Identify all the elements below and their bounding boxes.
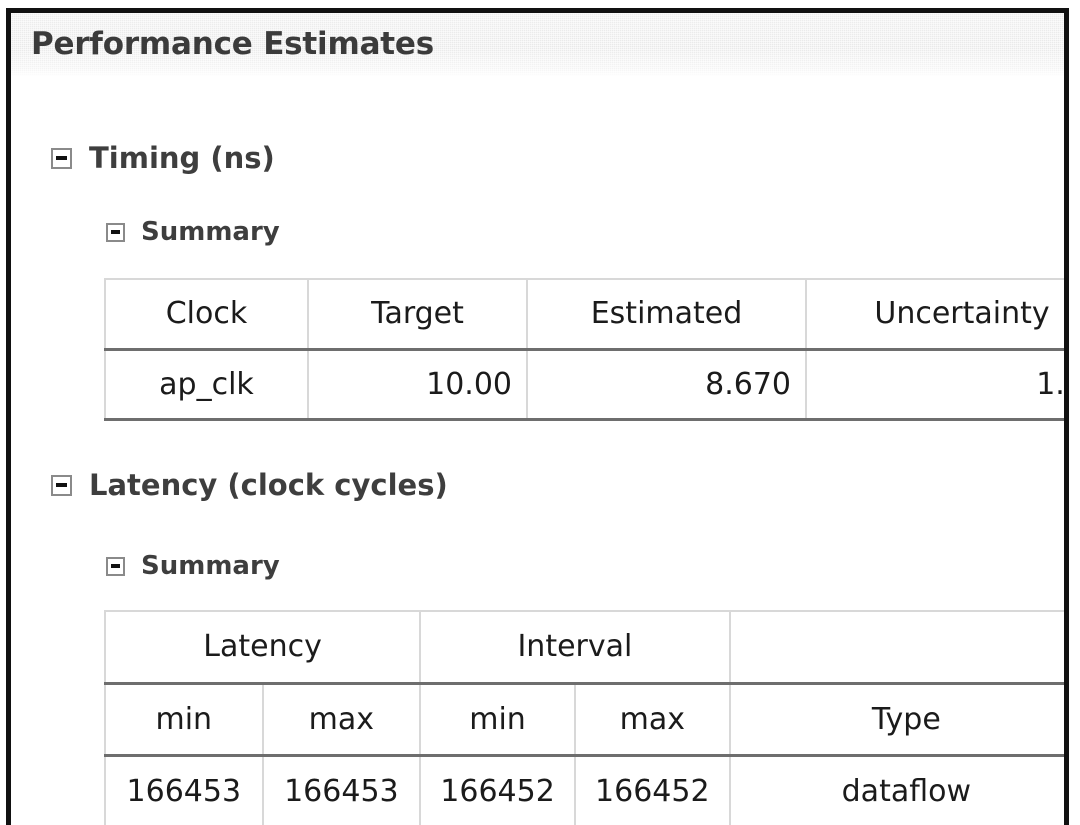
cell-interval-max: 166452 <box>573 755 731 825</box>
column-header-latency-max: max <box>261 683 422 757</box>
column-header-latency-min: min <box>104 683 264 757</box>
column-header-interval-min: min <box>419 683 576 757</box>
minus-square-icon[interactable] <box>51 474 72 496</box>
cell-interval-min: 166452 <box>419 755 576 825</box>
minus-square-icon[interactable] <box>106 556 125 576</box>
minus-square-icon[interactable] <box>106 222 125 242</box>
cell-target: 10.00 <box>307 349 528 421</box>
report-frame-inner: Performance Estimates Timing (ns) Summar… <box>11 13 1064 825</box>
table-header-row: min max min max Type <box>104 683 1064 757</box>
report-frame: Performance Estimates Timing (ns) Summar… <box>6 8 1069 825</box>
column-header-type: Type <box>728 683 1064 757</box>
column-header-estimated: Estimated <box>526 278 807 351</box>
column-header-interval-max: max <box>573 683 731 757</box>
cell-clock: ap_clk <box>104 349 309 421</box>
performance-estimates-page: Performance Estimates Timing (ns) Summar… <box>0 0 1080 825</box>
latency-summary-table: Latency Interval min max min max Type 16… <box>103 610 1064 825</box>
cell-estimated: 8.670 <box>526 349 807 421</box>
tree-node-timing-summary[interactable]: Summary <box>106 217 280 247</box>
table-row: 166453 166453 166452 166452 dataflow <box>104 755 1064 825</box>
cell-uncertainty: 1.25 <box>805 349 1064 421</box>
tree-node-latency-summary[interactable]: Summary <box>106 551 280 581</box>
group-header-blank <box>728 610 1064 685</box>
tree-node-latency-summary-label: Summary <box>141 551 280 581</box>
tree-node-timing[interactable]: Timing (ns) <box>51 141 275 175</box>
group-header-latency: Latency <box>103 610 422 685</box>
table-group-header-row: Latency Interval <box>103 610 1064 685</box>
tree-node-latency-label: Latency (clock cycles) <box>89 468 448 502</box>
minus-square-icon[interactable] <box>51 147 72 169</box>
column-header-target: Target <box>307 278 528 351</box>
page-title: Performance Estimates <box>31 26 434 62</box>
panel-header: Performance Estimates <box>11 13 1064 76</box>
table-row: ap_clk 10.00 8.670 1.25 <box>104 349 1064 421</box>
tree-node-timing-summary-label: Summary <box>141 217 280 247</box>
group-header-interval: Interval <box>419 610 731 685</box>
table-header-row: Clock Target Estimated Uncertainty <box>104 278 1064 351</box>
column-header-uncertainty: Uncertainty <box>805 278 1064 351</box>
column-header-clock: Clock <box>104 278 309 351</box>
cell-latency-min: 166453 <box>104 755 264 825</box>
tree-node-latency[interactable]: Latency (clock cycles) <box>51 468 448 502</box>
timing-summary-table: Clock Target Estimated Uncertainty ap_cl… <box>104 278 1064 421</box>
cell-type: dataflow <box>728 755 1064 825</box>
tree-node-timing-label: Timing (ns) <box>89 141 275 175</box>
cell-latency-max: 166453 <box>261 755 422 825</box>
